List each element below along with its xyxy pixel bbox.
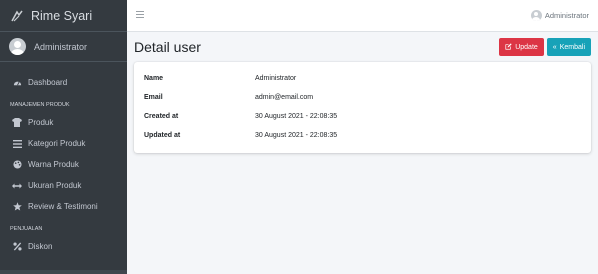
percent-icon — [12, 242, 22, 252]
brand-logo-icon — [11, 10, 23, 21]
sidebar-item-label: Kategori Produk — [28, 139, 86, 148]
double-chevron-left-icon: « — [552, 43, 557, 51]
palette-icon — [12, 160, 22, 170]
topbar-user-menu[interactable]: Administrator — [530, 10, 589, 21]
sidebar-bottom-divider — [0, 270, 127, 274]
content-header: Detail user Update « Kembali — [134, 32, 591, 62]
detail-value: 30 August 2021 - 22:08:35 — [255, 113, 338, 120]
sidebar-item-dashboard[interactable]: Dashboard — [0, 72, 127, 93]
dashboard-icon — [12, 78, 22, 88]
topbar: Administrator — [127, 0, 598, 32]
arrows-h-icon — [12, 181, 22, 191]
sidebar-item-label: Ukuran Produk — [28, 181, 82, 190]
user-panel[interactable]: Administrator — [0, 32, 127, 62]
sidebar-item-label: Review & Testimoni — [28, 202, 98, 211]
kembali-button-label: Kembali — [559, 43, 585, 51]
brand[interactable]: Rime Syari — [0, 0, 127, 32]
sidebar-item-label: Diskon — [28, 242, 53, 251]
avatar — [530, 10, 542, 21]
sidebar-item-review-testimoni[interactable]: Review & Testimoni — [0, 196, 127, 217]
detail-key: Created at — [144, 113, 179, 120]
table-row: Updated at 30 August 2021 - 22:08:35 — [144, 126, 581, 145]
sidebar-item-label: Produk — [28, 118, 54, 127]
detail-value: 30 August 2021 - 22:08:35 — [255, 132, 338, 139]
nav-header-penjualan: PENJUALAN — [10, 226, 43, 232]
update-button[interactable]: Update — [499, 38, 544, 56]
sidebar-user-name: Administrator — [34, 41, 88, 52]
table-row: Created at 30 August 2021 - 22:08:35 — [144, 107, 581, 126]
page-title: Detail user — [134, 39, 201, 55]
sidebar-item-label: Warna Produk — [28, 160, 79, 169]
list-icon — [12, 139, 22, 149]
detail-value: Administrator — [255, 75, 297, 82]
sidebar-item-ukuran-produk[interactable]: Ukuran Produk — [0, 175, 127, 196]
detail-key: Name — [144, 75, 164, 82]
detail-key: Email — [144, 94, 163, 101]
detail-key: Updated at — [144, 132, 181, 139]
page-actions: Update « Kembali — [499, 38, 591, 56]
main-content: Detail user Update « Kembali Name Admini… — [127, 32, 598, 274]
shirt-icon — [12, 118, 22, 128]
kembali-button[interactable]: « Kembali — [546, 38, 591, 56]
sidebar-item-label: Dashboard — [28, 78, 68, 87]
update-button-label: Update — [515, 43, 538, 51]
star-icon — [12, 202, 22, 212]
sidebar-item-warna-produk[interactable]: Warna Produk — [0, 154, 127, 175]
topbar-user-name: Administrator — [544, 11, 589, 20]
table-row: Email admin@email.com — [144, 88, 581, 107]
nav-header-produk: MANAJEMEN PRODUK — [10, 102, 70, 108]
sidebar-item-produk[interactable]: Produk — [0, 112, 127, 133]
avatar — [9, 38, 26, 55]
detail-card: Name Administrator Email admin@email.com… — [134, 62, 591, 153]
sidebar-item-kategori-produk[interactable]: Kategori Produk — [0, 133, 127, 154]
detail-table: Name Administrator Email admin@email.com… — [144, 69, 581, 145]
detail-value: admin@email.com — [255, 94, 314, 101]
hamburger-menu-icon[interactable] — [136, 10, 144, 21]
table-row: Name Administrator — [144, 69, 581, 88]
brand-name: Rime Syari — [31, 8, 93, 23]
sidebar: Rime Syari Administrator Dashboard MANAJ… — [0, 0, 127, 274]
sidebar-item-diskon[interactable]: Diskon — [0, 236, 127, 257]
edit-icon — [505, 42, 512, 52]
